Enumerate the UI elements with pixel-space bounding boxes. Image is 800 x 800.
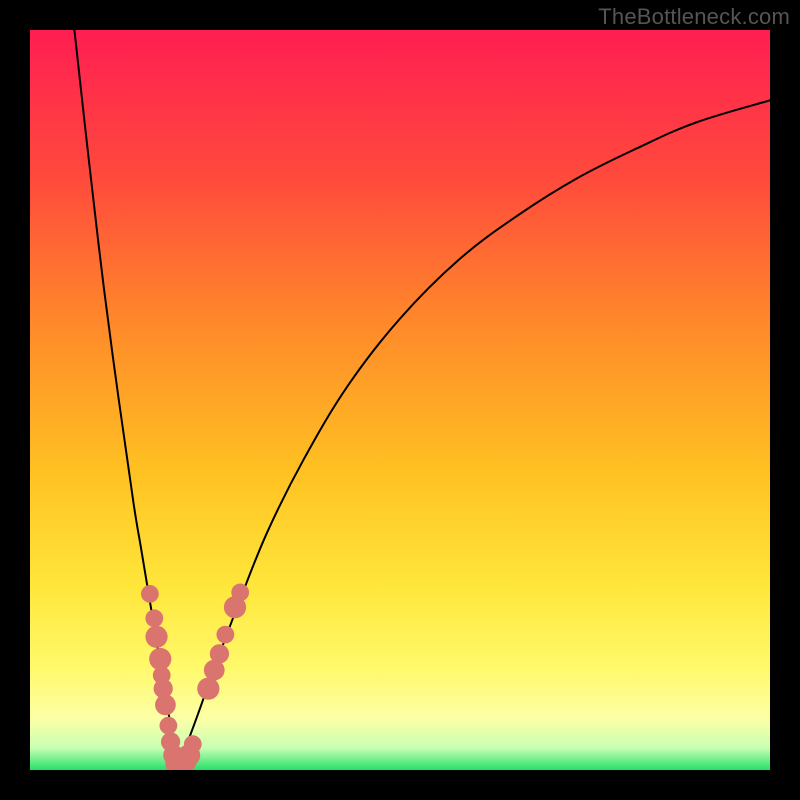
- highlight-marker: [145, 609, 163, 627]
- highlight-marker: [184, 735, 202, 753]
- highlight-marker: [216, 626, 234, 644]
- highlight-marker: [155, 695, 176, 716]
- highlight-marker: [145, 626, 167, 648]
- highlight-marker: [210, 644, 229, 663]
- plot-background: [30, 30, 770, 770]
- plot-area: [30, 30, 770, 770]
- chart-svg: [30, 30, 770, 770]
- highlight-marker: [160, 717, 178, 735]
- highlight-marker: [197, 678, 219, 700]
- watermark-text: TheBottleneck.com: [598, 4, 790, 30]
- chart-frame: TheBottleneck.com: [0, 0, 800, 800]
- highlight-marker: [141, 585, 159, 603]
- highlight-marker: [231, 584, 249, 602]
